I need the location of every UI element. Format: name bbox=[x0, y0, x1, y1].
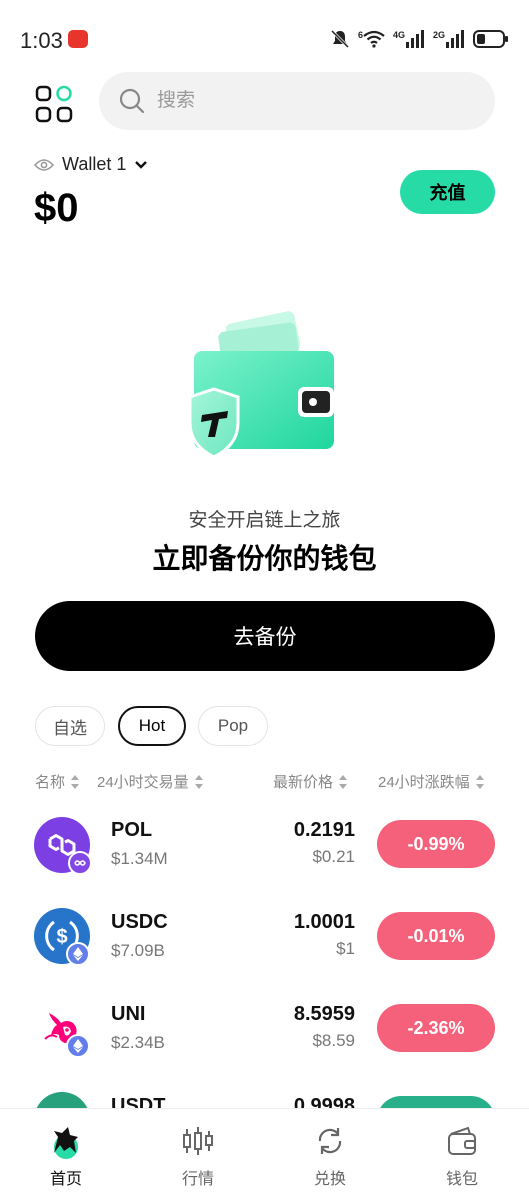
signal-4g-label: 4G bbox=[392, 30, 405, 40]
change-badge[interactable]: -0.01% bbox=[377, 912, 495, 960]
nav-item-home[interactable]: 首页 bbox=[0, 1109, 132, 1200]
battery-icon bbox=[473, 30, 508, 48]
apps-grid-icon bbox=[35, 85, 73, 123]
signal-4g: 4G bbox=[393, 30, 425, 48]
signal-bars-icon bbox=[405, 30, 424, 48]
wallet-shield-illustration-icon bbox=[188, 311, 334, 459]
token-price-usd: $1 bbox=[336, 939, 355, 958]
column-header-price[interactable]: 最新价格 bbox=[273, 771, 348, 792]
status-icons: 6 4G 2G bbox=[330, 28, 509, 50]
nav-item-market[interactable]: 行情 bbox=[132, 1109, 264, 1200]
sort-icon bbox=[338, 774, 348, 789]
home-icon bbox=[54, 1127, 78, 1159]
signal-2g: 2G bbox=[433, 30, 465, 48]
wifi-icon bbox=[363, 30, 385, 48]
backup-button[interactable]: 去备份 bbox=[35, 601, 495, 671]
token-row-pol[interactable]: POL $1.34M 0.2191 $0.21 -0.99% bbox=[0, 800, 529, 892]
token-price-usd: $8.59 bbox=[312, 1031, 355, 1050]
token-symbol: UNI bbox=[111, 1003, 146, 1025]
filter-hot[interactable]: Hot bbox=[118, 706, 186, 746]
notification-app-icon bbox=[68, 30, 88, 48]
column-header-name[interactable]: 名称 bbox=[35, 771, 80, 792]
token-symbol: POL bbox=[111, 819, 153, 841]
ethereum-chain-badge-icon bbox=[66, 942, 90, 966]
wifi-indicator: 6 bbox=[358, 30, 385, 48]
column-header-change[interactable]: 24小时涨跌幅 bbox=[378, 771, 485, 792]
nav-label: 行情 bbox=[181, 1171, 214, 1188]
column-header-price-label: 最新价格 bbox=[273, 774, 334, 791]
market-icon bbox=[183, 1127, 213, 1155]
svg-text:$: $ bbox=[56, 926, 67, 948]
wallet-selector[interactable]: Wallet 1 bbox=[34, 154, 148, 175]
token-row-usdc[interactable]: $ USDC $7.09B 1.0001 $1 -0.01% bbox=[0, 892, 529, 984]
signal-bars-icon bbox=[446, 30, 464, 48]
token-price-usd: $0.21 bbox=[312, 847, 355, 866]
filter-favorites[interactable]: 自选 bbox=[35, 706, 105, 746]
column-header-volume[interactable]: 24小时交易量 bbox=[97, 771, 204, 792]
change-badge[interactable]: -0.99% bbox=[377, 820, 495, 868]
wallet-balance: $0 bbox=[34, 186, 79, 230]
sort-icon bbox=[194, 774, 204, 789]
sort-icon bbox=[475, 774, 485, 789]
nav-item-wallet[interactable]: 钱包 bbox=[396, 1109, 528, 1200]
token-volume: $2.34B bbox=[111, 1033, 165, 1052]
token-volume: $7.09B bbox=[111, 941, 165, 960]
backup-headline: 立即备份你的钱包 bbox=[152, 543, 377, 574]
token-row-uni[interactable]: UNI $2.34B 8.5959 $8.59 -2.36% bbox=[0, 984, 529, 1076]
chevron-down-icon bbox=[135, 160, 148, 169]
token-volume: $1.34M bbox=[111, 849, 168, 868]
token-price: 8.5959 bbox=[293, 1003, 355, 1025]
wallet-name: Wallet 1 bbox=[62, 154, 127, 174]
token-price: 0.2191 bbox=[293, 819, 355, 841]
nav-label: 兑换 bbox=[313, 1171, 346, 1188]
status-time: 1:03 bbox=[20, 28, 63, 53]
column-header-volume-label: 24小时交易量 bbox=[97, 774, 189, 791]
wallet-illustration bbox=[180, 305, 340, 465]
signal-2g-label: 2G bbox=[432, 30, 445, 40]
token-symbol: USDC bbox=[111, 911, 168, 933]
search-bar[interactable] bbox=[99, 72, 495, 130]
eye-icon[interactable] bbox=[34, 158, 54, 172]
apps-grid-button[interactable] bbox=[34, 84, 74, 124]
filter-pop[interactable]: Pop bbox=[198, 706, 268, 746]
ethereum-chain-badge-icon bbox=[66, 1034, 90, 1058]
status-bar: 1:03 6 4G 2G bbox=[0, 0, 529, 70]
token-price: 1.0001 bbox=[293, 911, 355, 933]
column-header-name-label: 名称 bbox=[35, 774, 66, 791]
search-input[interactable] bbox=[157, 90, 457, 112]
bottom-nav: 首页 行情 兑换 钱包 bbox=[0, 1108, 529, 1200]
sort-icon bbox=[70, 774, 80, 789]
wallet-icon bbox=[448, 1126, 476, 1155]
mute-bell-icon bbox=[330, 29, 350, 49]
nav-label: 首页 bbox=[49, 1171, 82, 1188]
polygon-chain-badge-icon bbox=[68, 851, 92, 875]
swap-icon bbox=[318, 1128, 342, 1154]
nav-item-swap[interactable]: 兑换 bbox=[264, 1109, 396, 1200]
search-icon bbox=[119, 88, 145, 114]
backup-subtitle: 安全开启链上之旅 bbox=[188, 510, 341, 531]
deposit-button[interactable]: 充值 bbox=[400, 170, 495, 214]
change-badge[interactable]: -2.36% bbox=[377, 1004, 495, 1052]
nav-label: 钱包 bbox=[445, 1171, 478, 1188]
column-header-change-label: 24小时涨跌幅 bbox=[378, 774, 470, 791]
